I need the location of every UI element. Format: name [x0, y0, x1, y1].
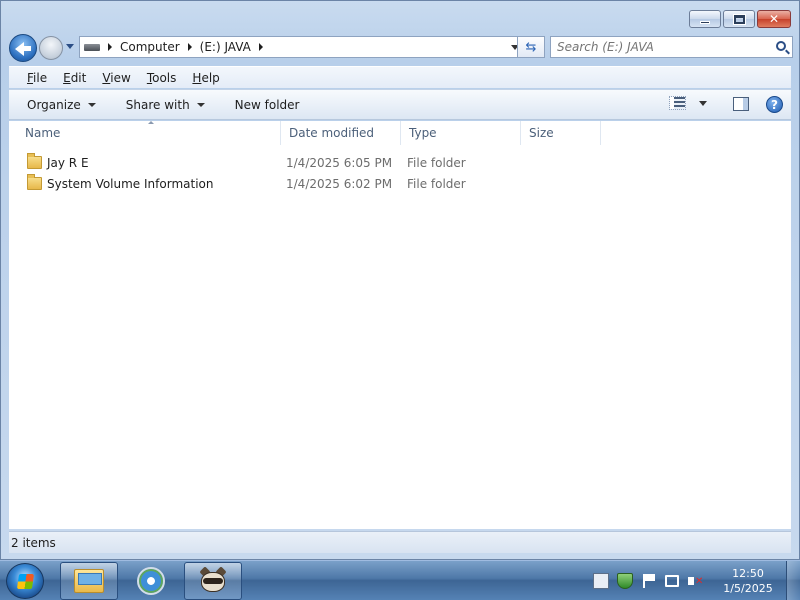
share-with-button[interactable]: Share with	[118, 94, 213, 116]
column-headers: Name Date modified Type Size	[9, 121, 791, 145]
column-header-size[interactable]: Size	[521, 121, 601, 145]
breadcrumb-computer[interactable]: Computer	[120, 40, 180, 54]
security-shield-icon[interactable]	[617, 573, 633, 589]
clock-date: 1/5/2025	[723, 582, 773, 595]
organize-button[interactable]: Organize	[19, 94, 104, 116]
file-date-modified: 1/4/2025 6:05 PM	[286, 155, 393, 170]
refresh-button[interactable]: ⇆	[517, 36, 545, 58]
list-item[interactable]: System Volume Information 1/4/2025 6:02 …	[9, 173, 609, 194]
help-icon[interactable]: ?	[766, 96, 783, 113]
details-view-icon	[669, 96, 686, 110]
item-count: 2 items	[11, 535, 56, 550]
clock[interactable]: 12:50 1/5/2025	[717, 566, 779, 596]
refresh-icon: ⇆	[525, 39, 537, 55]
change-view-button[interactable]	[669, 96, 707, 110]
minimize-button[interactable]	[689, 10, 721, 28]
menu-view[interactable]: View	[94, 69, 138, 87]
file-date-modified: 1/4/2025 6:02 PM	[286, 176, 393, 191]
recent-pages-dropdown[interactable]	[66, 44, 74, 49]
folder-icon	[27, 174, 42, 190]
clock-time: 12:50	[732, 567, 764, 580]
forward-button[interactable]	[39, 36, 63, 60]
folder-icon	[27, 153, 42, 169]
search-input[interactable]	[557, 40, 767, 54]
search-box[interactable]	[550, 36, 793, 58]
taskbar: 12:50 1/5/2025	[0, 560, 800, 600]
show-desktop-button[interactable]	[786, 561, 800, 600]
taskbar-internet-explorer-button[interactable]	[122, 562, 180, 600]
list-item[interactable]: Jay R E 1/4/2025 6:05 PM File folder	[9, 152, 609, 173]
raccoon-app-icon	[198, 566, 228, 594]
navigation-row: Computer (E:) JAVA ⇆	[9, 34, 793, 62]
file-name: System Volume Information	[47, 176, 214, 191]
taskbar-explorer-button[interactable]	[60, 562, 118, 600]
close-icon: ✕	[768, 12, 780, 26]
new-folder-button[interactable]: New folder	[227, 94, 308, 116]
breadcrumb-chevron-icon[interactable]	[108, 43, 112, 51]
breadcrumb-drive[interactable]: (E:) JAVA	[200, 40, 251, 54]
preview-pane-icon[interactable]	[733, 97, 749, 111]
network-icon[interactable]	[665, 575, 679, 587]
volume-muted-icon[interactable]	[687, 573, 703, 589]
explorer-window: ✕ Computer (E:) JAVA ⇆ File Edit View To…	[0, 0, 800, 560]
minimize-icon	[700, 20, 710, 24]
menu-tools[interactable]: Tools	[139, 69, 185, 87]
command-bar: Organize Share with New folder ?	[9, 89, 791, 120]
document-tray-icon[interactable]	[593, 573, 609, 589]
chevron-down-icon	[87, 102, 96, 107]
menu-edit[interactable]: Edit	[55, 69, 94, 87]
address-bar[interactable]: Computer (E:) JAVA	[79, 36, 526, 58]
internet-explorer-icon	[137, 567, 165, 595]
windows-explorer-icon	[74, 569, 104, 593]
breadcrumb-chevron-icon[interactable]	[187, 43, 192, 51]
caption-buttons: ✕	[689, 10, 791, 28]
column-header-type[interactable]: Type	[401, 121, 521, 145]
column-header-date-modified[interactable]: Date modified	[281, 121, 401, 145]
file-name: Jay R E	[47, 155, 89, 170]
start-button[interactable]	[6, 563, 44, 599]
file-type: File folder	[407, 155, 466, 170]
taskbar-app-button[interactable]	[184, 562, 242, 600]
search-icon[interactable]	[776, 41, 786, 51]
back-button[interactable]	[9, 34, 37, 62]
status-bar: 2 items	[9, 531, 791, 553]
maximize-button[interactable]	[723, 10, 755, 28]
menu-help[interactable]: Help	[184, 69, 227, 87]
menu-file[interactable]: File	[19, 69, 55, 87]
file-type: File folder	[407, 176, 466, 191]
breadcrumb-chevron-icon[interactable]	[258, 43, 263, 51]
menu-bar: File Edit View Tools Help	[9, 66, 791, 88]
windows-logo-icon	[16, 574, 35, 589]
maximize-icon	[732, 13, 746, 25]
action-center-flag-icon[interactable]	[641, 573, 657, 589]
drive-icon	[84, 43, 100, 51]
system-tray: 12:50 1/5/2025	[585, 561, 800, 600]
file-list[interactable]: Name Date modified Type Size Jay R E 1/4…	[9, 121, 791, 529]
close-button[interactable]: ✕	[757, 10, 791, 28]
column-header-name[interactable]: Name	[17, 121, 281, 145]
chevron-down-icon[interactable]	[699, 100, 707, 106]
chevron-down-icon	[196, 102, 205, 107]
